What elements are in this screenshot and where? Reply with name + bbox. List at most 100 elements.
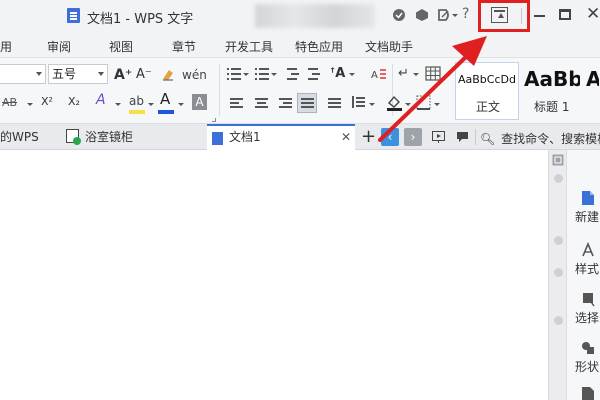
tab-bathroom-cabinet[interactable]: 浴室镜柜 — [58, 124, 206, 150]
style-normal[interactable]: AaBbCcDd 正文 — [455, 62, 519, 120]
scroll-marker — [554, 174, 563, 183]
menu-item-doc-assistant[interactable]: 文档助手 — [365, 38, 413, 55]
text-effect-icon[interactable]: A — [96, 92, 106, 108]
strikethrough-icon[interactable]: AB — [2, 95, 17, 111]
chinese-layout-icon[interactable]: A — [371, 67, 387, 82]
shield-icon[interactable] — [392, 8, 406, 22]
command-search[interactable]: 🔍︎ 查找命令、搜索模板 — [480, 130, 600, 147]
tab-label: 浴室镜柜 — [85, 130, 134, 144]
vertical-scrollbar[interactable] — [548, 150, 566, 400]
tab-scroll-right-button[interactable]: › — [404, 128, 422, 146]
font-color-icon[interactable]: A — [160, 91, 170, 107]
superscript-icon[interactable]: X² — [41, 94, 53, 110]
tab-scroll-left-button[interactable]: ‹ — [381, 128, 399, 146]
grow-font-icon[interactable]: A⁺ — [114, 67, 132, 83]
svg-text:A: A — [371, 70, 378, 81]
blurred-account-area — [255, 4, 375, 28]
document-icon — [212, 132, 223, 145]
borders-icon[interactable] — [416, 95, 431, 110]
menu-item-view[interactable]: 视图 — [109, 38, 133, 55]
skin-icon[interactable] — [437, 8, 451, 22]
chevron-down-icon[interactable] — [148, 103, 154, 106]
ribbon-separator — [219, 64, 220, 116]
tab-label: 文档1 — [229, 130, 261, 144]
increase-indent-icon[interactable] — [306, 68, 320, 80]
side-panel-styles[interactable]: 样式 — [575, 260, 599, 277]
chevron-down-icon[interactable] — [243, 73, 249, 76]
distributed-align-icon[interactable] — [328, 98, 341, 110]
chevron-down-icon[interactable] — [349, 73, 355, 76]
document-tab-bar: 的WPS 浴室镜柜 文档1 ✕ + ‹ › 🔍︎ 查找命令、搜索模板 — [0, 124, 600, 150]
slideshow-icon[interactable] — [432, 131, 445, 143]
chevron-left-icon: ‹ — [387, 130, 393, 144]
shrink-font-icon[interactable]: A⁻ — [136, 67, 152, 83]
menu-item-chapter[interactable]: 章节 — [172, 38, 196, 55]
help-icon[interactable]: ? — [462, 6, 469, 22]
tab-document-1[interactable]: 文档1 ✕ — [207, 124, 355, 150]
new-tab-icon[interactable]: + — [361, 126, 376, 147]
style-sample-text: A — [586, 67, 600, 91]
menu-bar: 用 审阅 视图 章节 开发工具 特色应用 文档助手 — [0, 32, 600, 58]
chevron-down-icon[interactable] — [405, 103, 411, 106]
decrease-indent-icon[interactable] — [285, 68, 299, 80]
chevron-down-icon[interactable] — [178, 103, 184, 106]
side-panel-shapes[interactable]: 形状 — [575, 358, 599, 375]
ruler-toggle-icon[interactable] — [552, 154, 564, 166]
chevron-down-icon[interactable] — [369, 103, 375, 106]
chevron-down-icon[interactable] — [115, 103, 121, 106]
font-dialog-launcher-icon[interactable] — [212, 118, 216, 122]
highlight-icon[interactable]: ab — [129, 93, 144, 109]
tab-wps-home[interactable]: 的WPS — [0, 124, 56, 150]
minimize-icon[interactable] — [534, 15, 545, 17]
chevron-down-icon[interactable] — [271, 73, 277, 76]
close-tab-icon[interactable]: ✕ — [341, 126, 351, 148]
maximize-icon[interactable] — [559, 9, 571, 20]
table-icon[interactable] — [425, 66, 441, 81]
chevron-down-icon[interactable] — [27, 103, 33, 106]
menu-item-use[interactable]: 用 — [0, 38, 12, 55]
search-icon: 🔍︎ — [480, 132, 496, 146]
numbered-list-icon[interactable] — [255, 68, 269, 80]
menu-item-special-apps[interactable]: 特色应用 — [295, 38, 343, 55]
tab-separator — [475, 129, 476, 145]
style-name-label: 正文 — [476, 100, 501, 114]
highlight-color-bar — [129, 110, 145, 114]
phonetic-guide-icon[interactable]: wén — [182, 67, 207, 83]
scroll-marker — [554, 236, 563, 245]
font-name-select[interactable] — [0, 64, 46, 84]
subscript-icon[interactable]: X₂ — [68, 94, 80, 110]
justify-button[interactable] — [297, 93, 317, 113]
char-shading-icon[interactable]: A — [192, 94, 207, 110]
document-icon — [67, 8, 80, 23]
char-spacing-icon[interactable]: ꜛA — [330, 66, 345, 82]
paragraph-mark-icon[interactable]: ↵ — [398, 66, 409, 82]
line-spacing-icon[interactable] — [352, 96, 365, 108]
select-cursor-icon — [583, 293, 595, 307]
align-left-icon[interactable] — [230, 98, 243, 110]
close-icon[interactable]: ✕ — [586, 4, 600, 24]
scroll-marker — [554, 268, 563, 277]
font-size-select[interactable]: 五号 — [48, 64, 108, 84]
style-sample-text: AaBbCcDd — [458, 73, 516, 86]
style-heading-2[interactable]: A — [583, 62, 600, 120]
comment-icon[interactable] — [456, 131, 469, 143]
align-center-icon[interactable] — [255, 98, 268, 110]
style-sample-text: AaBb — [524, 67, 581, 91]
cube-icon[interactable] — [415, 8, 429, 22]
bullet-list-icon[interactable] — [227, 68, 241, 80]
side-panel-select[interactable]: 选择 — [575, 309, 599, 326]
skin-dropdown-icon[interactable] — [452, 14, 458, 17]
menu-item-review[interactable]: 审阅 — [47, 38, 71, 55]
align-right-icon[interactable] — [279, 98, 292, 110]
side-panel-new[interactable]: 新建 — [575, 208, 599, 225]
paragraph-shading-icon[interactable] — [386, 94, 403, 112]
chevron-down-icon[interactable] — [434, 103, 440, 106]
scroll-marker — [554, 316, 563, 325]
menu-item-developer-tools[interactable]: 开发工具 — [225, 38, 273, 55]
chevron-down-icon[interactable] — [413, 73, 419, 76]
document-canvas[interactable] — [0, 150, 548, 400]
document-icon — [66, 129, 81, 145]
title-bar: 文档1 - WPS 文字 ? ✕ — [0, 0, 600, 32]
clear-format-icon[interactable] — [160, 67, 176, 83]
style-heading-1[interactable]: AaBb 标题 1 — [521, 62, 581, 120]
